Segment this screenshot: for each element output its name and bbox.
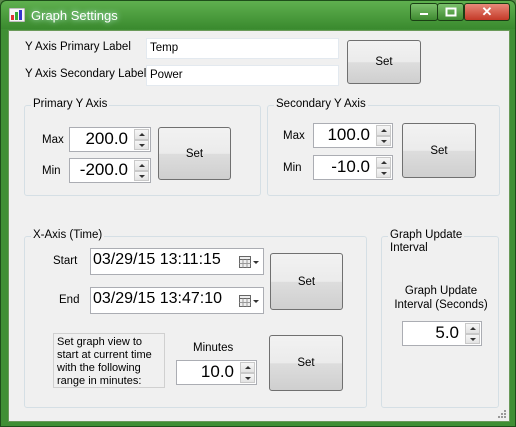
resize-grip-icon[interactable] — [497, 409, 507, 419]
set-labels-button[interactable]: Set — [347, 40, 421, 84]
primary-label-caption: Y Axis Primary Label — [25, 41, 131, 53]
x-axis-title: X-Axis (Time) — [31, 229, 105, 241]
spin-up-icon[interactable] — [134, 129, 149, 140]
title-bar[interactable]: Graph Settings ✕ — [1, 1, 515, 29]
end-label: End — [59, 294, 80, 306]
spinner-buttons[interactable] — [376, 125, 391, 146]
range-note-line: with the following — [57, 362, 141, 374]
range-note-line: range in minutes: — [57, 375, 142, 387]
secondary-max-value: 100.0 — [327, 125, 370, 144]
update-interval-label: Graph Update Interval (Seconds) — [382, 284, 500, 312]
primary-max-value: 200.0 — [85, 129, 128, 148]
spin-down-icon[interactable] — [376, 135, 391, 146]
window-title: Graph Settings — [31, 8, 118, 23]
graph-settings-window: Graph Settings ✕ Y Axis Primary Label Te… — [0, 0, 516, 427]
secondary-min-value: -10.0 — [331, 157, 370, 176]
minimize-icon — [420, 13, 428, 15]
label-line: Interval (Seconds) — [394, 299, 488, 311]
range-note-box: Set graph view to start at current time … — [53, 333, 165, 388]
minimize-button[interactable] — [410, 3, 438, 21]
primary-max-label: Max — [42, 134, 64, 146]
range-note-line: Set graph view to — [57, 336, 142, 348]
secondary-label-input[interactable]: Power — [146, 65, 339, 86]
update-interval-spinner[interactable]: 5.0 — [402, 321, 482, 346]
minutes-spinner[interactable]: 10.0 — [176, 360, 257, 385]
graph-update-interval-group: Graph Update Interval Graph Update Inter… — [381, 229, 500, 408]
spin-up-icon[interactable] — [376, 157, 391, 168]
client-area: Y Axis Primary Label Temp Y Axis Seconda… — [8, 30, 510, 422]
spin-down-icon[interactable] — [134, 139, 149, 150]
primary-min-value: -200.0 — [79, 160, 128, 179]
x-axis-time-group: X-Axis (Time) Start 03/29/15 13:11:15 En… — [24, 229, 367, 408]
end-datetime-value: 03/29/15 13:47:10 — [93, 290, 223, 307]
spin-up-icon[interactable] — [240, 362, 255, 373]
app-icon — [9, 8, 25, 22]
group-title-line: Interval — [390, 242, 428, 254]
start-label: Start — [53, 255, 78, 267]
minutes-value: 10.0 — [200, 362, 234, 381]
start-datetime-picker[interactable]: 03/29/15 13:11:15 — [90, 248, 264, 275]
spinner-buttons[interactable] — [134, 160, 149, 181]
spin-up-icon[interactable] — [134, 160, 149, 171]
secondary-max-spinner[interactable]: 100.0 — [313, 123, 393, 148]
secondary-y-axis-title: Secondary Y Axis — [274, 98, 368, 110]
maximize-icon — [445, 7, 456, 17]
primary-max-spinner[interactable]: 200.0 — [69, 127, 151, 152]
close-button[interactable]: ✕ — [464, 3, 510, 21]
spin-down-icon[interactable] — [240, 372, 255, 383]
update-interval-value: 5.0 — [435, 323, 459, 342]
set-secondary-axis-button[interactable]: Set — [402, 123, 476, 178]
spinner-buttons[interactable] — [376, 157, 391, 178]
secondary-min-spinner[interactable]: -10.0 — [313, 155, 393, 180]
secondary-y-axis-group: Secondary Y Axis Max 100.0 Min -10.0 Set — [267, 98, 500, 196]
end-datetime-picker[interactable]: 03/29/15 13:47:10 — [90, 287, 264, 314]
spin-up-icon[interactable] — [465, 323, 480, 334]
spin-down-icon[interactable] — [465, 333, 480, 344]
primary-label-input[interactable]: Temp — [146, 38, 339, 59]
set-time-range-button[interactable]: Set — [270, 253, 343, 310]
spinner-buttons[interactable] — [240, 362, 255, 383]
primary-y-axis-group: Primary Y Axis Max 200.0 Min -200.0 Set — [24, 98, 261, 196]
calendar-dropdown-icon[interactable] — [239, 294, 259, 308]
primary-min-spinner[interactable]: -200.0 — [69, 158, 151, 183]
set-primary-axis-button[interactable]: Set — [158, 127, 231, 180]
primary-min-label: Min — [42, 165, 61, 177]
set-minutes-range-button[interactable]: Set — [269, 335, 343, 391]
range-note-line: start at current time — [57, 349, 152, 361]
primary-y-axis-title: Primary Y Axis — [31, 98, 110, 110]
spin-down-icon[interactable] — [134, 170, 149, 181]
start-datetime-value: 03/29/15 13:11:15 — [93, 251, 221, 268]
spin-down-icon[interactable] — [376, 167, 391, 178]
label-line: Graph Update — [404, 285, 478, 297]
secondary-label-caption: Y Axis Secondary Label — [25, 68, 147, 80]
calendar-dropdown-icon[interactable] — [239, 255, 259, 269]
spinner-buttons[interactable] — [134, 129, 149, 150]
group-title-line: Graph Update — [390, 229, 463, 241]
close-icon: ✕ — [481, 4, 493, 19]
spinner-buttons[interactable] — [465, 323, 480, 344]
secondary-min-label: Min — [283, 162, 302, 174]
maximize-button[interactable] — [437, 3, 464, 21]
graph-update-interval-title: Graph Update Interval — [388, 229, 465, 255]
minutes-label: Minutes — [193, 342, 234, 354]
spin-up-icon[interactable] — [376, 125, 391, 136]
secondary-max-label: Max — [283, 130, 305, 142]
